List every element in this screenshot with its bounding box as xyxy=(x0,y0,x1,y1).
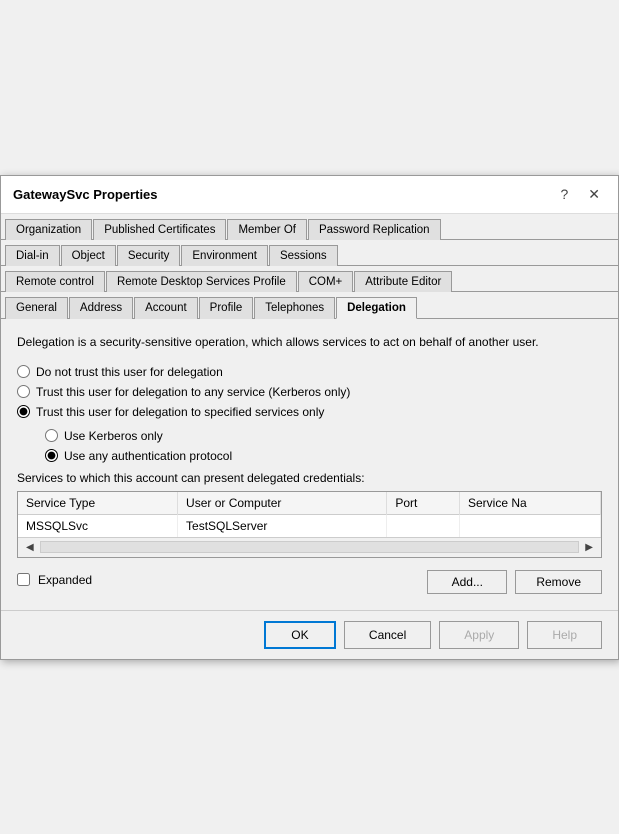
tab-row-1: Organization Published Certificates Memb… xyxy=(1,214,618,240)
col-user-computer: User or Computer xyxy=(178,492,387,515)
radio-any-service-input[interactable] xyxy=(17,385,30,398)
tab-sessions[interactable]: Sessions xyxy=(269,245,338,266)
services-table: Service Type User or Computer Port Servi… xyxy=(18,492,601,537)
radio-specified-input[interactable] xyxy=(17,405,30,418)
dialog-window: GatewaySvc Properties ? ✕ Organization P… xyxy=(0,175,619,660)
tab-delegation[interactable]: Delegation xyxy=(336,297,417,319)
tab-dial-in[interactable]: Dial-in xyxy=(5,245,60,266)
tabs-container: Organization Published Certificates Memb… xyxy=(1,214,618,319)
cell-user-computer: TestSQLServer xyxy=(178,514,387,537)
description-text: Delegation is a security-sensitive opera… xyxy=(17,333,602,351)
radio-no-trust[interactable]: Do not trust this user for delegation xyxy=(17,365,602,379)
tab-attribute-editor[interactable]: Attribute Editor xyxy=(354,271,452,292)
cell-port xyxy=(387,514,460,537)
scroll-right-arrow[interactable]: ▶ xyxy=(581,540,597,555)
services-table-wrapper: Service Type User or Computer Port Servi… xyxy=(17,491,602,558)
radio-specified-services[interactable]: Trust this user for delegation to specif… xyxy=(17,405,602,419)
close-button[interactable]: ✕ xyxy=(582,184,606,205)
scroll-left-arrow[interactable]: ◀ xyxy=(22,540,38,555)
tab-object[interactable]: Object xyxy=(61,245,116,266)
apply-button[interactable]: Apply xyxy=(439,621,519,649)
tab-com[interactable]: COM+ xyxy=(298,271,354,292)
help-button[interactable]: ? xyxy=(554,184,574,204)
tab-general[interactable]: General xyxy=(5,297,68,319)
tab-member-of[interactable]: Member Of xyxy=(227,219,307,240)
radio-no-trust-input[interactable] xyxy=(17,365,30,378)
expanded-checkbox[interactable] xyxy=(17,573,30,586)
remove-button[interactable]: Remove xyxy=(515,570,602,594)
radio-any-service-label: Trust this user for delegation to any se… xyxy=(36,385,350,399)
radio-any-auth[interactable]: Use any authentication protocol xyxy=(45,449,602,463)
tab-row-4: General Address Account Profile Telephon… xyxy=(1,292,618,319)
title-bar-controls: ? ✕ xyxy=(554,184,606,205)
radio-specified-label: Trust this user for delegation to specif… xyxy=(36,405,324,419)
services-label: Services to which this account can prese… xyxy=(17,471,602,485)
table-header-row: Service Type User or Computer Port Servi… xyxy=(18,492,601,515)
tab-password-replication[interactable]: Password Replication xyxy=(308,219,441,240)
col-service-name: Service Na xyxy=(459,492,600,515)
window-title: GatewaySvc Properties xyxy=(13,187,158,202)
table-container[interactable]: Service Type User or Computer Port Servi… xyxy=(18,492,601,537)
tab-remote-control[interactable]: Remote control xyxy=(5,271,105,292)
table-body: MSSQLSvc TestSQLServer xyxy=(18,514,601,537)
expanded-label: Expanded xyxy=(38,573,92,587)
tab-published-certs[interactable]: Published Certificates xyxy=(93,219,226,240)
tab-content-delegation: Delegation is a security-sensitive opera… xyxy=(1,319,618,610)
cell-service-type: MSSQLSvc xyxy=(18,514,178,537)
cell-service-name xyxy=(459,514,600,537)
title-bar: GatewaySvc Properties ? ✕ xyxy=(1,176,618,214)
tab-row-3: Remote control Remote Desktop Services P… xyxy=(1,266,618,292)
tab-telephones[interactable]: Telephones xyxy=(254,297,335,319)
table-row[interactable]: MSSQLSvc TestSQLServer xyxy=(18,514,601,537)
action-buttons: Add... Remove xyxy=(427,570,602,594)
col-port: Port xyxy=(387,492,460,515)
radio-any-auth-label: Use any authentication protocol xyxy=(64,449,232,463)
expanded-row: Expanded Add... Remove xyxy=(17,566,602,594)
tab-address[interactable]: Address xyxy=(69,297,133,319)
radio-group-trust: Do not trust this user for delegation Tr… xyxy=(17,365,602,419)
footer: OK Cancel Apply Help xyxy=(1,610,618,659)
tab-organization[interactable]: Organization xyxy=(5,219,92,240)
add-button[interactable]: Add... xyxy=(427,570,507,594)
radio-no-trust-label: Do not trust this user for delegation xyxy=(36,365,223,379)
tab-rdp[interactable]: Remote Desktop Services Profile xyxy=(106,271,297,292)
tab-environment[interactable]: Environment xyxy=(181,245,268,266)
col-service-type: Service Type xyxy=(18,492,178,515)
radio-any-service[interactable]: Trust this user for delegation to any se… xyxy=(17,385,602,399)
scroll-track[interactable] xyxy=(40,541,580,553)
tab-row-2: Dial-in Object Security Environment Sess… xyxy=(1,240,618,266)
tab-security[interactable]: Security xyxy=(117,245,181,266)
ok-button[interactable]: OK xyxy=(264,621,336,649)
sub-radio-group: Use Kerberos only Use any authentication… xyxy=(17,429,602,463)
radio-any-auth-input[interactable] xyxy=(45,449,58,462)
cancel-button[interactable]: Cancel xyxy=(344,621,431,649)
radio-kerberos-label: Use Kerberos only xyxy=(64,429,163,443)
tab-profile[interactable]: Profile xyxy=(199,297,254,319)
help-footer-button[interactable]: Help xyxy=(527,621,602,649)
radio-kerberos-only[interactable]: Use Kerberos only xyxy=(45,429,602,443)
radio-kerberos-input[interactable] xyxy=(45,429,58,442)
horizontal-scrollbar[interactable]: ◀ ▶ xyxy=(18,537,601,557)
tab-account[interactable]: Account xyxy=(134,297,198,319)
